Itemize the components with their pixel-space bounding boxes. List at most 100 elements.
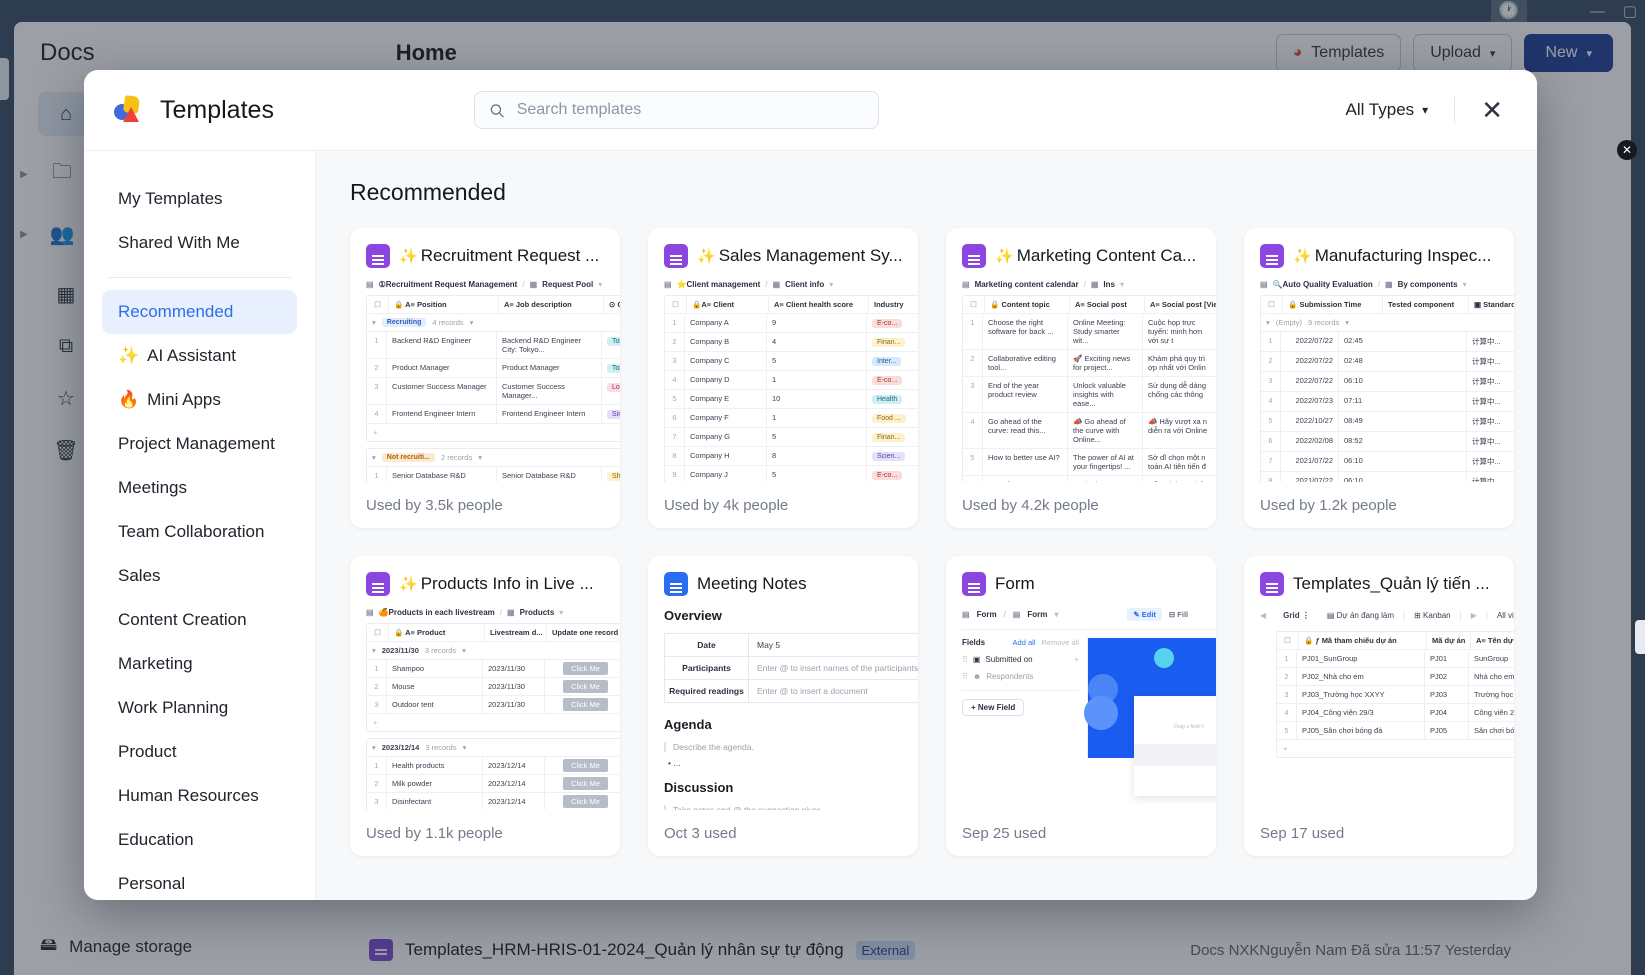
sidebar-item-marketing[interactable]: Marketing — [102, 642, 297, 686]
table-row[interactable]: 1 Company A 9 E-co... — [665, 314, 918, 333]
table-row[interactable]: 2 PJ02_Nhà cho em PJ02 Nhà cho em — [1277, 668, 1514, 686]
sidebar-item-project-management[interactable]: Project Management — [102, 422, 297, 466]
sidebar-item-product[interactable]: Product — [102, 730, 297, 774]
table-row[interactable]: 2 Product Manager Product Manager Tokyo — [367, 359, 620, 378]
scrollbar-thumb[interactable] — [1635, 620, 1645, 654]
sidebar-item-shared-with-me[interactable]: Shared With Me — [102, 221, 297, 265]
template-card[interactable]: Meeting Notes Overview Date May 5 Partic… — [648, 556, 918, 856]
click-me-button[interactable]: Click Me — [563, 759, 608, 772]
click-me-button[interactable]: Click Me — [563, 680, 608, 693]
table-row[interactable]: 3PJ03_Trường học XXYYPJ03Trường học X. — [1277, 686, 1514, 704]
table-row[interactable]: 3 End of the year product review Unlock va… — [963, 377, 1216, 413]
new-field-button[interactable]: + New Field — [962, 699, 1025, 716]
table-row[interactable]: 1 Shampoo 2023/11/30 Click Me — [367, 660, 620, 678]
table-row[interactable]: 6 Company F 1 Food ... — [665, 409, 918, 428]
group-header[interactable]: ▾ 2023/11/30 3 records ▾ — [367, 642, 620, 660]
table-row[interactable]: 2 Company B 4 Finan... — [665, 333, 918, 352]
group-header[interactable]: ▾ (Empty) 9 records ▾ — [1261, 314, 1514, 332]
table-row[interactable]: 5PJ05_Sân chơi bóng đáPJ05Sân chơi bón. — [1277, 722, 1514, 740]
sidebar-item-my-templates[interactable]: My Templates — [102, 177, 297, 221]
sidebar-item-human-resources[interactable]: Human Resources — [102, 774, 297, 818]
field-name[interactable]: Respondents — [986, 672, 1033, 681]
table-row[interactable]: 4 Go ahead of the curve: read this... 📣 Go… — [963, 413, 1216, 449]
template-card[interactable]: ✨ Recruitment Request ... ▤ ①Recruitment… — [350, 228, 620, 528]
agenda-placeholder[interactable]: Describe the agenda. — [664, 742, 918, 752]
select-all-checkbox[interactable]: ☐ — [367, 624, 389, 641]
table-row[interactable]: 4 Company D 1 E-co... — [665, 371, 918, 390]
sidebar-item-team-collaboration[interactable]: Team Collaboration — [102, 510, 297, 554]
table-row[interactable]: 3 2022/07/22 06:10 计算中... — [1261, 372, 1514, 392]
table-row[interactable]: 2 2022/07/22 02:48 计算中... — [1261, 352, 1514, 372]
table-row[interactable]: 5 How to better use AI? The power of AI at… — [963, 449, 1216, 476]
field-value[interactable]: May 5 — [749, 634, 788, 656]
table-row[interactable]: 1 PJ01_SunGroup PJ01 SunGroup — [1277, 650, 1514, 668]
table-row[interactable]: 6 2022/02/08 08:52 计算中... — [1261, 432, 1514, 452]
template-card[interactable]: Form ▤ Form / ▤ Form ▾ ✎ Edit ⊟ Fill Fie… — [946, 556, 1216, 856]
sidebar-item-education[interactable]: Education — [102, 818, 297, 862]
table-row[interactable]: 7 Company G 5 Finan... — [665, 428, 918, 447]
table-row[interactable]: 8 2021/07/22 06:10 计算中... — [1261, 472, 1514, 482]
sidebar-item-mini-apps[interactable]: 🔥 Mini Apps — [102, 378, 297, 422]
template-card[interactable]: Templates_Quản lý tiến ... ◀ Grid ⋮ ▤ Dự… — [1244, 556, 1514, 856]
plus-icon[interactable]: + — [1074, 655, 1079, 664]
discussion-placeholder[interactable]: Take notes and @ the suggestion giver — [664, 805, 918, 810]
sidebar-item-content-creation[interactable]: Content Creation — [102, 598, 297, 642]
group-header[interactable]: ▾ Recruiting 4 records ▾ — [367, 314, 620, 332]
table-row[interactable]: 1 Backend R&D Engineer Backend R&D Engin… — [367, 332, 620, 359]
template-card[interactable]: ✨ Manufacturing Inspec... ▤ 🔍Auto Qualit… — [1244, 228, 1514, 528]
close-icon[interactable]: ✕ — [1617, 140, 1637, 160]
table-row[interactable]: 2 Collaborative editing tool... 🚀 Exciting… — [963, 350, 1216, 377]
table-row[interactable]: 3 Disinfectant 2023/12/14 Click Me — [367, 793, 620, 810]
chevron-left-icon[interactable]: ◀ — [1260, 611, 1266, 620]
table-row[interactable]: 4 Frontend Engineer Intern Frontend Engi… — [367, 405, 620, 424]
search-box[interactable] — [473, 91, 879, 129]
table-row[interactable]: 1 Health products 2023/12/14 Click Me — [367, 757, 620, 775]
click-me-button[interactable]: Click Me — [563, 662, 608, 675]
table-row[interactable]: 1 Senior Database R&D Senior Database R&… — [367, 467, 620, 482]
table-row[interactable]: 1 2022/07/22 02:45 计算中... — [1261, 332, 1514, 352]
group-header[interactable]: ▾ Not recruiti... 2 records ▾ — [367, 449, 620, 467]
select-all-checkbox[interactable]: ☐ — [1261, 296, 1283, 313]
sidebar-item-work-planning[interactable]: Work Planning — [102, 686, 297, 730]
drag-handle-icon[interactable]: ⠿ — [962, 672, 968, 681]
template-card[interactable]: ✨ Products Info in Live ... ▤ 🍊Products … — [350, 556, 620, 856]
sidebar-item-sales[interactable]: Sales — [102, 554, 297, 598]
sidebar-item-ai-assistant[interactable]: ✨ AI Assistant — [102, 334, 297, 378]
group-header[interactable]: ▾ 2023/12/14 3 records ▾ — [367, 739, 620, 757]
table-row[interactable]: 1 Choose the right software for back ... O… — [963, 314, 1216, 350]
select-all-checkbox[interactable]: ☐ — [665, 296, 687, 313]
table-row[interactable]: 9 Company J 5 E-co... — [665, 466, 918, 482]
add-row[interactable]: + — [1277, 740, 1514, 757]
table-row[interactable]: 2 Milk powder 2023/12/14 Click Me — [367, 775, 620, 793]
click-me-button[interactable]: Click Me — [563, 698, 608, 711]
click-me-button[interactable]: Click Me — [563, 777, 608, 790]
fill-button[interactable]: ⊟ Fill — [1169, 610, 1188, 619]
edit-button[interactable]: ✎ Edit — [1127, 608, 1162, 621]
chevron-right-icon[interactable]: ▶ — [1471, 611, 1477, 620]
table-row[interactable]: 4PJ04_Công viên 29/3PJ04Công viên 29/ — [1277, 704, 1514, 722]
table-row[interactable]: 3 Customer Success Manager Customer Succ… — [367, 378, 620, 405]
table-row[interactable]: 4 2022/07/23 07:11 计算中... — [1261, 392, 1514, 412]
sidebar-item-meetings[interactable]: Meetings — [102, 466, 297, 510]
sidebar-item-recommended[interactable]: Recommended — [102, 290, 297, 334]
tab-all-views[interactable]: All vie — [1497, 611, 1514, 620]
table-row[interactable]: 3 Company C 5 Inter... — [665, 352, 918, 371]
close-icon[interactable]: ✕ — [1481, 97, 1503, 123]
all-types-dropdown[interactable]: All Types ▾ — [1346, 100, 1429, 120]
template-card[interactable]: ✨ Sales Management Sy... ▤ ⭐Client manag… — [648, 228, 918, 528]
table-row[interactable]: 2 Mouse 2023/11/30 Click Me — [367, 678, 620, 696]
table-row[interactable]: 7 2021/07/22 06:10 计算中... — [1261, 452, 1514, 472]
add-row[interactable]: + — [367, 424, 620, 441]
remove-all-button[interactable]: Remove all — [1041, 638, 1079, 647]
field-name[interactable]: Submitted on — [985, 655, 1032, 664]
template-card[interactable]: ✨ Marketing Content Ca... ▤ Marketing co… — [946, 228, 1216, 528]
table-row[interactable]: 5 2022/10/27 08:49 计算中... — [1261, 412, 1514, 432]
click-me-button[interactable]: Click Me — [563, 795, 608, 808]
tab-grid[interactable]: Grid ⋮ — [1275, 608, 1318, 623]
add-row[interactable]: + — [367, 714, 620, 731]
search-input[interactable] — [516, 101, 864, 119]
tab-project-inprogress[interactable]: ▤ Dự án đang làm — [1327, 611, 1394, 620]
tab-kanban[interactable]: ⊞ Kanban — [1414, 611, 1451, 620]
table-row[interactable]: 3 Outdoor tent 2023/11/30 Click Me — [367, 696, 620, 714]
drag-handle-icon[interactable]: ⠿ — [962, 655, 968, 664]
